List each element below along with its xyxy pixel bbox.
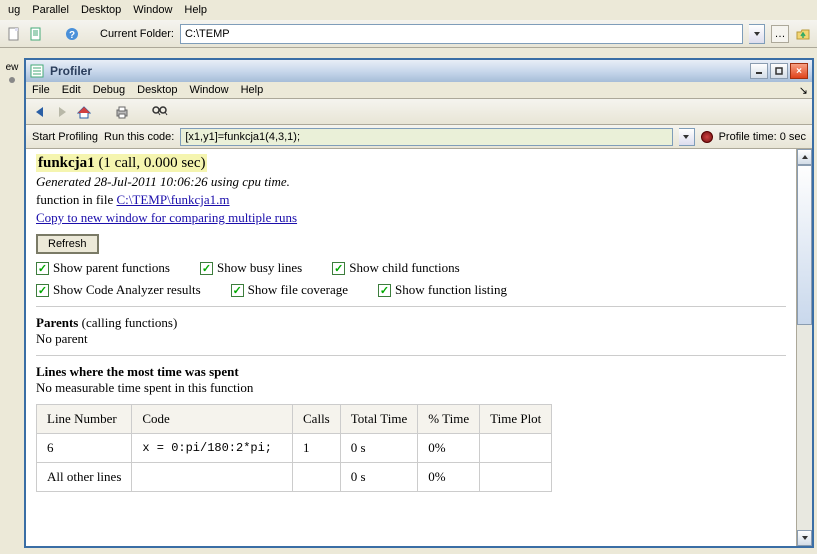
maximize-button[interactable] [770,63,788,79]
col-total: Total Time [340,405,418,434]
profiler-menu-bar: File Edit Debug Desktop Window Help ↘ [26,82,812,99]
show-busy-checkbox[interactable]: ✓Show busy lines [200,260,302,276]
profiler-window: Profiler × File Edit Debug Desktop Windo… [24,58,814,548]
show-coverage-checkbox[interactable]: ✓Show file coverage [231,282,348,298]
print-icon[interactable] [114,104,130,120]
menu-item[interactable]: Window [189,84,228,96]
col-line: Line Number [37,405,132,434]
title-bar: Profiler × [26,60,812,82]
dock-tab[interactable]: ew [6,62,19,73]
menu-item[interactable]: Help [184,4,207,16]
file-link[interactable]: C:\TEMP\funkcja1.m [117,192,230,207]
show-child-checkbox[interactable]: ✓Show child functions [332,260,460,276]
code-dropdown-icon[interactable] [679,128,695,146]
col-code: Code [132,405,293,434]
file-line: function in file C:\TEMP\funkcja1.m [36,192,786,208]
svg-text:?: ? [69,30,75,41]
parents-body: No parent [36,331,786,347]
table-row: All other lines 0 s 0% [37,463,552,492]
scroll-up-icon[interactable] [797,149,812,165]
forward-icon[interactable] [54,104,70,120]
home-icon[interactable] [76,104,92,120]
left-dock-column: ew [0,54,24,554]
scroll-thumb[interactable] [797,165,812,325]
menu-item[interactable]: Desktop [81,4,121,16]
back-icon[interactable] [32,104,48,120]
dock-dot-icon [9,77,15,83]
menu-item[interactable]: Desktop [137,84,177,96]
current-folder-input[interactable] [180,24,743,44]
window-title: Profiler [50,64,744,78]
menu-item[interactable]: ug [8,4,20,16]
profiler-content: funkcja1 (1 call, 0.000 sec) Generated 2… [26,149,796,546]
minimize-button[interactable] [750,63,768,79]
show-analyzer-checkbox[interactable]: ✓Show Code Analyzer results [36,282,201,298]
menu-corner-icon[interactable]: ↘ [799,84,808,97]
col-pct: % Time [418,405,480,434]
scroll-down-icon[interactable] [797,530,812,546]
profiler-app-icon [30,64,44,78]
outer-menu-bar: ug Parallel Desktop Window Help [0,0,817,20]
help-icon[interactable]: ? [64,26,80,42]
col-plot: Time Plot [480,405,552,434]
current-folder-label: Current Folder: [100,28,174,40]
run-code-input[interactable] [180,128,672,146]
menu-item[interactable]: Edit [62,84,81,96]
time-table: Line Number Code Calls Total Time % Time… [36,404,552,492]
refresh-button[interactable]: Refresh [36,234,99,254]
show-parent-checkbox[interactable]: ✓Show parent functions [36,260,170,276]
menu-item[interactable]: File [32,84,50,96]
run-code-label: Run this code: [104,131,174,143]
function-title: funkcja1 (1 call, 0.000 sec) [36,154,207,172]
record-icon[interactable] [701,131,713,143]
generated-line: Generated 28-Jul-2011 10:06:26 using cpu… [36,174,786,190]
scrollbar[interactable] [796,149,812,546]
parents-heading: Parents [36,315,82,330]
menu-item[interactable]: Parallel [32,4,69,16]
table-row: 6 x = 0:pi/180:2*pi; 1 0 s 0% [37,434,552,463]
menu-item[interactable]: Help [241,84,264,96]
up-folder-icon[interactable] [795,26,811,42]
close-button[interactable]: × [790,63,808,79]
new-file-icon[interactable] [6,26,22,42]
outer-toolbar: ? Current Folder: … [0,20,817,48]
lines-heading: Lines where the most time was spent [36,364,786,380]
profiler-nav-toolbar [26,99,812,125]
profile-time-label: Profile time: 0 sec [719,131,806,143]
menu-item[interactable]: Debug [93,84,125,96]
menu-item[interactable]: Window [133,4,172,16]
lines-body: No measurable time spent in this functio… [36,380,786,396]
start-profiling-button[interactable]: Start Profiling [32,131,98,143]
find-icon[interactable] [152,104,168,120]
show-listing-checkbox[interactable]: ✓Show function listing [378,282,507,298]
profiler-run-toolbar: Start Profiling Run this code: Profile t… [26,125,812,149]
page-icon[interactable] [28,26,44,42]
copy-window-link[interactable]: Copy to new window for comparing multipl… [36,210,297,225]
browse-folder-button[interactable]: … [771,25,789,43]
col-calls: Calls [293,405,341,434]
folder-dropdown-icon[interactable] [749,24,765,44]
